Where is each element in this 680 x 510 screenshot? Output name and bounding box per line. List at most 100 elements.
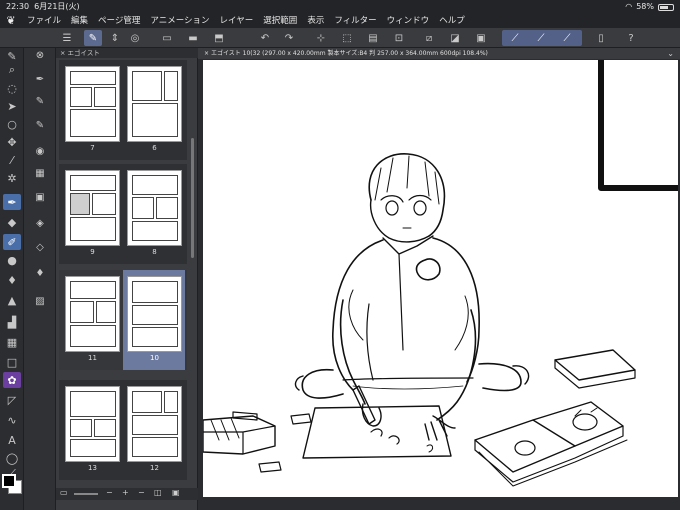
layer-property-icon[interactable]: ◇ (32, 240, 48, 254)
page-number: 12 (150, 464, 159, 472)
page-thumbnail[interactable] (127, 66, 182, 142)
page-thumbnail[interactable] (127, 386, 182, 462)
new-file-icon[interactable]: ▭ (158, 30, 176, 46)
material-icon[interactable]: ▨ (32, 294, 48, 308)
save-icon[interactable]: ⬒ (210, 30, 228, 46)
page-spread[interactable]: 7 6 (59, 60, 187, 160)
help-icon[interactable]: ? (622, 30, 640, 46)
menu-layer[interactable]: レイヤー (215, 14, 259, 28)
page-thumbnail[interactable] (127, 170, 182, 246)
page-thumbnail[interactable] (65, 386, 120, 462)
page-thumbnail[interactable] (65, 276, 120, 352)
color-set-icon[interactable]: ▦ (32, 166, 48, 180)
ruler-icon[interactable]: ◸ (3, 392, 21, 408)
clear-icon[interactable]: ⬚ (338, 30, 356, 46)
zoom-out-icon[interactable]: − (106, 488, 113, 497)
page-spread-selected[interactable]: 11 10 (59, 270, 187, 370)
page-spread[interactable]: 13 12 (59, 380, 187, 480)
drawing-canvas[interactable] (203, 60, 678, 497)
fill-bucket-icon[interactable]: ▟ (3, 314, 21, 330)
magic-wand-icon[interactable]: ✲ (3, 170, 21, 186)
color-wheel-icon[interactable]: ◉ (32, 144, 48, 158)
drop-icon[interactable]: ♦ (3, 272, 21, 288)
snap-icon[interactable]: ◪ (446, 30, 464, 46)
app-logo-icon[interactable]: ❦ (0, 14, 22, 28)
brush-icon[interactable]: ▲ (3, 292, 21, 308)
frame-icon[interactable]: □ (3, 354, 21, 370)
color-swatch[interactable] (0, 470, 24, 510)
tool-palette: ✎ ⌕ ◌ ➤ ○ ✥ ⁄ ✲ ✒ ◆ ✐ ● ♦ ▲ ▟ ▦ □ ✿ ◸ ∿ … (0, 48, 24, 510)
page-spread[interactable]: 9 8 (59, 164, 187, 264)
page-number: 8 (152, 248, 157, 256)
page-thumbnail[interactable] (65, 66, 120, 142)
undo-icon[interactable]: ↶ (256, 30, 274, 46)
special-ruler-icon[interactable]: ⟋ (532, 30, 550, 46)
gradient-icon[interactable]: ▦ (3, 334, 21, 350)
document-title: エゴイスト 10(32 (297.00 x 420.00mm 製本サイズ:B4 … (210, 50, 488, 57)
balloon-icon[interactable]: ◯ (3, 450, 21, 466)
layout-icon[interactable]: ◫ (154, 488, 162, 497)
lasso-icon[interactable]: ◌ (3, 80, 21, 96)
menu-page-management[interactable]: ページ管理 (93, 14, 145, 28)
edit-page-icon[interactable]: ✎ (84, 30, 102, 46)
decoration-icon[interactable]: ✿ (3, 372, 21, 388)
zoom-icon[interactable]: ⌕ (3, 62, 21, 78)
blend-icon[interactable]: ● (3, 252, 21, 268)
command-bar: ☰ ✎ ⇕ ◎ ▭ ▬ ⬒ ↶ ↷ ⊹ ⬚ ▤ ⊡ ⧄ ◪ ▣ ⟋ ⟋ ⟋ ▯ … (0, 28, 680, 48)
fill-icon[interactable]: ▤ (364, 30, 382, 46)
menu-view[interactable]: 表示 (302, 14, 329, 28)
hamburger-menu-icon[interactable]: ☰ (58, 30, 76, 46)
zoom-out-small-icon[interactable]: − (138, 488, 145, 497)
menu-file[interactable]: ファイル (22, 14, 66, 28)
snap-grid-icon[interactable]: ▣ (472, 30, 490, 46)
thumbnail-size-slider[interactable] (74, 493, 98, 495)
page-panel-tab[interactable]: × エゴイスト (56, 48, 198, 58)
pencil-icon[interactable]: ✐ (3, 234, 21, 250)
tool-property-icon[interactable]: ✎ (32, 94, 48, 108)
manga-illustration (203, 60, 678, 487)
layers-icon[interactable]: ◈ (32, 216, 48, 230)
menu-help[interactable]: ヘルプ (434, 14, 470, 28)
select-object-icon[interactable]: ➤ (3, 98, 21, 114)
foreground-color[interactable] (2, 474, 16, 488)
sub-tool-icon[interactable]: ✎ (32, 118, 48, 132)
document-area: × エゴイスト 10(32 (297.00 x 420.00mm 製本サイズ:B… (198, 48, 680, 510)
thumbnail-size-icon[interactable]: ▭ (60, 488, 68, 497)
cloud-icon[interactable]: ◎ (126, 30, 144, 46)
crop-icon[interactable]: ⊡ (390, 30, 408, 46)
snap-off-icon[interactable]: ⧄ (420, 30, 438, 46)
search-icon[interactable]: ⊗ (32, 48, 48, 62)
zoom-in-icon[interactable]: + (122, 488, 129, 497)
menu-selection[interactable]: 選択範囲 (258, 14, 302, 28)
open-folder-icon[interactable]: ▬ (184, 30, 202, 46)
menu-edit[interactable]: 編集 (66, 14, 93, 28)
menu-filter[interactable]: フィルター (329, 14, 381, 28)
page-thumbnail[interactable] (65, 170, 120, 246)
eyedropper-icon[interactable]: ⁄ (3, 152, 21, 168)
page-list-scrollbar[interactable] (191, 138, 194, 258)
grid-snap-icon[interactable]: ⟋ (558, 30, 576, 46)
brush-size-icon[interactable]: ✒ (32, 72, 48, 86)
lasso-select-icon[interactable]: ○ (3, 116, 21, 132)
page-number: 6 (152, 144, 157, 152)
vector-icon[interactable]: ∿ (3, 412, 21, 428)
move-icon[interactable]: ✥ (3, 134, 21, 150)
drops-icon[interactable]: ♦ (32, 266, 48, 280)
chevron-down-icon[interactable]: ⌄ (667, 48, 674, 59)
status-time-date: 22:30 6月21日(火) (6, 0, 80, 14)
pen-icon[interactable]: ✒ (3, 194, 21, 210)
page-thumbnail-current[interactable] (127, 276, 182, 352)
ruler-snap-icon[interactable]: ⟋ (506, 30, 524, 46)
page-settings-icon[interactable]: ▣ (172, 488, 180, 497)
document-tab[interactable]: × エゴイスト 10(32 (297.00 x 420.00mm 製本サイズ:B… (198, 48, 680, 59)
status-bar: 22:30 6月21日(火) ◠ 58% (0, 0, 680, 14)
device-icon[interactable]: ▯ (592, 30, 610, 46)
transform-icon[interactable]: ⊹ (312, 30, 330, 46)
menu-window[interactable]: ウィンドウ (382, 14, 435, 28)
chevron-updown-icon[interactable]: ⇕ (106, 30, 124, 46)
redo-icon[interactable]: ↷ (280, 30, 298, 46)
menu-animation[interactable]: アニメーション (145, 14, 214, 28)
intermediate-color-icon[interactable]: ▣ (32, 190, 48, 204)
text-icon[interactable]: A (3, 432, 21, 448)
eraser-icon[interactable]: ◆ (3, 214, 21, 230)
